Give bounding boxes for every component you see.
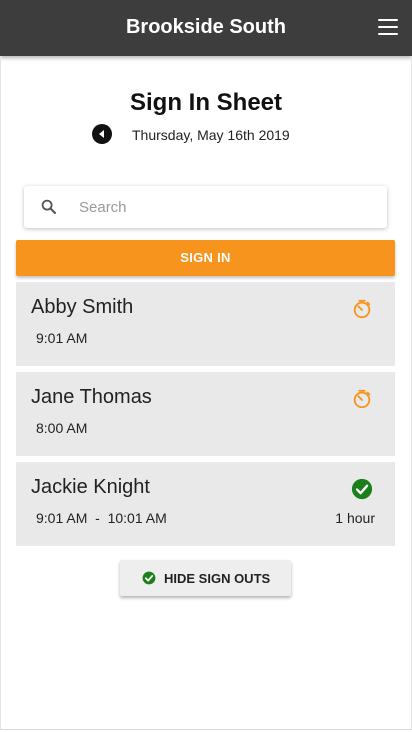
current-date: Thursday, May 16th 2019 [132, 127, 290, 143]
check-circle-icon [142, 571, 156, 585]
page-title: Sign In Sheet [129, 89, 282, 116]
sign-in-time: 9:01 AM [36, 330, 88, 346]
hide-sign-outs-button[interactable]: HIDE SIGN OUTS [120, 560, 291, 596]
timer-icon [353, 299, 371, 319]
search-input[interactable] [79, 194, 369, 220]
app-title: Brookside South [125, 16, 286, 38]
app-bar: Brookside South [0, 0, 412, 56]
previous-day-button[interactable] [92, 124, 112, 144]
arrow-left-icon [99, 130, 104, 138]
search-bar[interactable] [24, 186, 387, 228]
timer-icon [353, 389, 371, 409]
hide-sign-outs-label: HIDE SIGN OUTS [164, 571, 271, 586]
duration: 1 hour [335, 510, 375, 526]
hamburger-menu-icon[interactable] [378, 19, 398, 37]
list-item[interactable]: Jackie Knight 9:01 AM - 10:01 AM 1 hour [16, 462, 395, 546]
sign-in-time: 8:00 AM [36, 420, 88, 436]
sign-in-out-time: 9:01 AM - 10:01 AM [36, 510, 167, 526]
person-name: Abby Smith [31, 296, 134, 318]
person-name: Jackie Knight [31, 476, 150, 498]
sign-in-button[interactable]: SIGN IN [16, 240, 395, 276]
check-circle-icon [351, 478, 373, 500]
list-item[interactable]: Jane Thomas 8:00 AM [16, 372, 395, 456]
person-name: Jane Thomas [31, 386, 152, 408]
search-icon [41, 199, 57, 215]
list-item[interactable]: Abby Smith 9:01 AM [16, 282, 395, 366]
